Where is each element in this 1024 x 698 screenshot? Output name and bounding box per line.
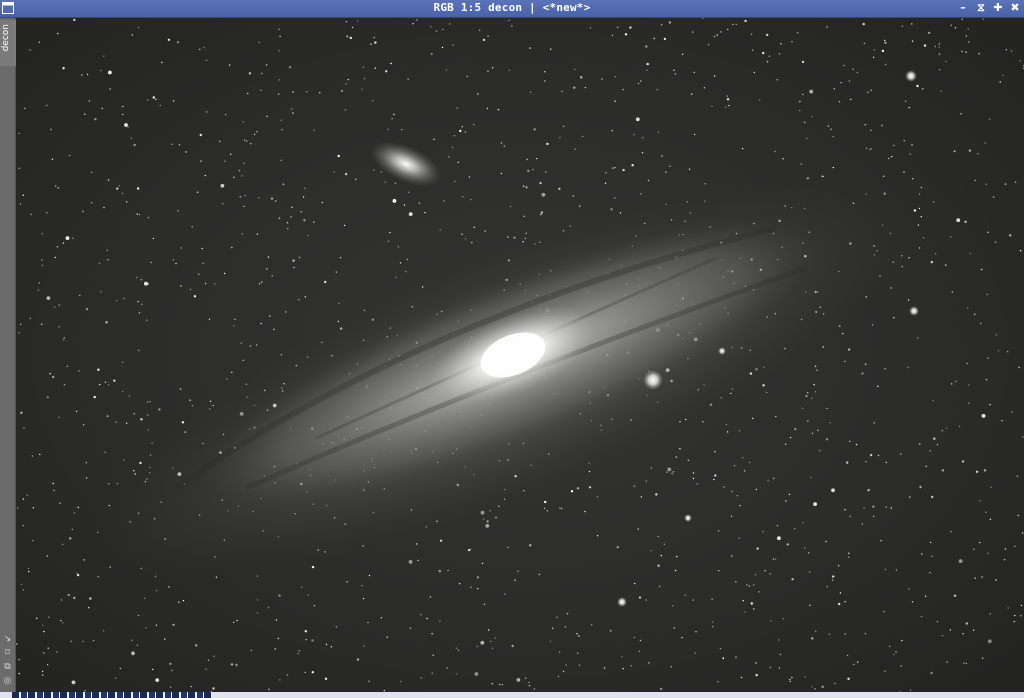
thumbnail-strip (0, 692, 1024, 698)
thumbnail-preview[interactable] (12, 692, 212, 698)
window-title: RGB 1:5 decon | <*new*> (433, 1, 591, 14)
clone-icon[interactable]: ⧉ (1, 661, 14, 674)
fit-icon[interactable]: ⌑ (1, 647, 14, 660)
shade-icon[interactable]: ⧖ (974, 1, 988, 15)
image-canvas[interactable] (16, 18, 1024, 692)
close-icon[interactable]: ✖ (1008, 1, 1022, 15)
view-tab-decon[interactable]: decon (0, 20, 17, 66)
image-window: RGB 1:5 decon | <*new*> – ⧖ ✚ ✖ decon ↘ … (0, 0, 1024, 698)
window-titlebar[interactable]: RGB 1:5 decon | <*new*> – ⧖ ✚ ✖ (0, 0, 1024, 18)
zoom-arrow-icon[interactable]: ↘ (1, 633, 14, 646)
minimize-icon[interactable]: – (956, 1, 970, 15)
galaxy-image (16, 18, 1024, 692)
target-icon[interactable]: ◎ (1, 675, 14, 688)
maximize-icon[interactable]: ✚ (991, 1, 1005, 15)
view-sidebar: decon ↘ ⌑ ⧉ ◎ (0, 18, 17, 692)
view-tab-label: decon (1, 24, 11, 52)
